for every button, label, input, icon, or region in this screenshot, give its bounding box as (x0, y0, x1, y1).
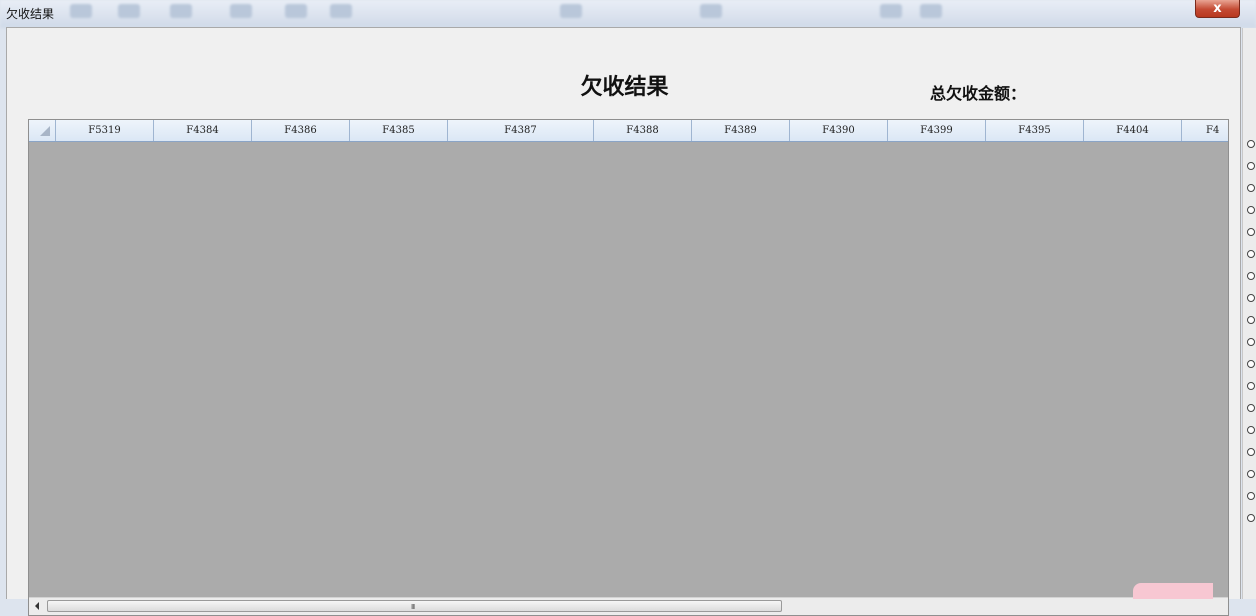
select-all-corner[interactable] (29, 120, 56, 141)
column-header[interactable]: F4389 (692, 120, 790, 141)
result-grid[interactable]: F5319 F4384 F4386 F4385 F4387 F4388 F438… (28, 119, 1229, 616)
column-header[interactable]: F4390 (790, 120, 888, 141)
column-header[interactable]: F4384 (154, 120, 252, 141)
column-header[interactable]: F4385 (350, 120, 448, 141)
column-header[interactable]: F4388 (594, 120, 692, 141)
column-header[interactable]: F4404 (1084, 120, 1182, 141)
result-dialog: 欠收结果 x 欠收结果 总欠收金额： F5319 F4384 F4386 F43… (0, 0, 1242, 616)
report-title: 欠收结果 (580, 74, 669, 100)
total-amount-label: 总欠收金额： (930, 84, 1027, 103)
dialog-client-area: 欠收结果 总欠收金额： F5319 F4384 F4386 F4385 F438… (6, 27, 1241, 616)
grid-header: F5319 F4384 F4386 F4385 F4387 F4388 F438… (29, 120, 1228, 142)
column-header[interactable]: F4387 (448, 120, 594, 141)
grip-icon: III (411, 603, 415, 611)
scrollbar-thumb[interactable]: III (47, 600, 782, 612)
background-window-edge (1242, 28, 1256, 599)
column-header[interactable]: F4399 (888, 120, 986, 141)
close-button[interactable]: x (1195, 0, 1240, 18)
column-header[interactable]: F4395 (986, 120, 1084, 141)
scroll-left-icon[interactable] (35, 602, 39, 610)
window-title: 欠收结果 (6, 7, 55, 21)
column-header[interactable]: F4386 (252, 120, 350, 141)
decorative-sticker (1133, 583, 1213, 599)
column-header[interactable]: F4 (1182, 120, 1228, 141)
horizontal-scrollbar[interactable]: III (29, 597, 1228, 615)
column-header[interactable]: F5319 (56, 120, 154, 141)
